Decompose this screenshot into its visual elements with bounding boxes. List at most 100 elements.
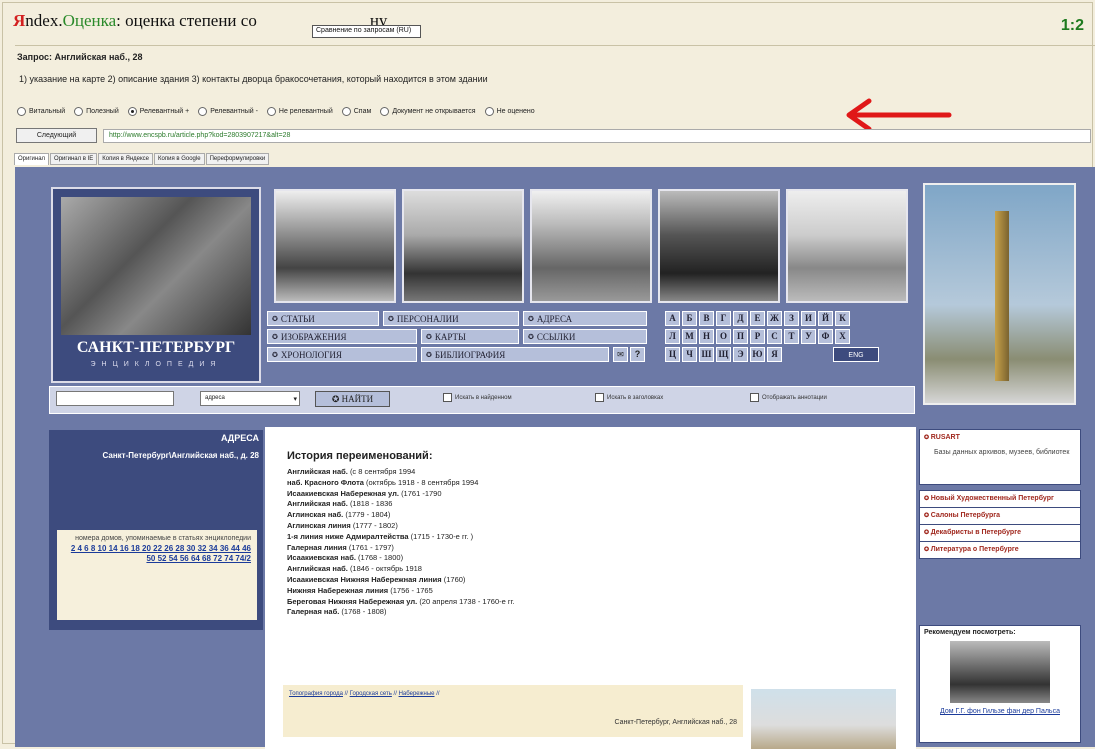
- menu-bibliography[interactable]: БИБЛИОГРАФИЯ: [421, 347, 609, 362]
- alphabet-letter[interactable]: Я: [767, 347, 782, 362]
- score: 1:2: [1060, 17, 1084, 34]
- alphabet-letter[interactable]: С: [767, 329, 782, 344]
- show-annotations-checkbox[interactable]: Отображать аннотации: [750, 393, 827, 402]
- tab-reformulations[interactable]: Переформулировки: [205, 153, 270, 165]
- street-name: Английская наб.: [287, 467, 348, 476]
- alphabet-letter[interactable]: Р: [750, 329, 765, 344]
- link-decembrists[interactable]: Декабристы в Петербурге: [920, 525, 1080, 542]
- alphabet-letter[interactable]: Ж: [767, 311, 782, 326]
- search-in-titles-checkbox[interactable]: Искать в заголовках: [595, 393, 663, 402]
- rating-option-relevant-minus[interactable]: Релевантный -: [198, 107, 258, 116]
- checkbox-icon[interactable]: [443, 393, 452, 402]
- radio-icon[interactable]: [266, 107, 276, 116]
- alphabet-letter[interactable]: Т: [784, 329, 799, 344]
- alphabet-letter[interactable]: З: [784, 311, 799, 326]
- menu-articles[interactable]: СТАТЬИ: [267, 311, 379, 326]
- menu-addresses[interactable]: АДРЕСА: [523, 311, 647, 326]
- alphabet-letter[interactable]: Ц: [665, 347, 680, 362]
- help-icon[interactable]: ?: [630, 347, 645, 362]
- menu-chronology[interactable]: ХРОНОЛОГИЯ: [267, 347, 417, 362]
- rating-option-useful[interactable]: Полезный: [74, 107, 119, 116]
- photo-2[interactable]: [402, 189, 524, 303]
- tab-original[interactable]: Оригинал: [14, 153, 50, 165]
- link-new-art-petersburg[interactable]: Новый Художественный Петербург: [920, 491, 1080, 508]
- alphabet-letter[interactable]: Н: [699, 329, 714, 344]
- photo-4[interactable]: [658, 189, 780, 303]
- next-button[interactable]: Следующий: [16, 128, 97, 143]
- link-city-network[interactable]: Городская сеть: [350, 691, 392, 697]
- photo-3[interactable]: [530, 189, 652, 303]
- alphabet-letter[interactable]: Ч: [682, 347, 697, 362]
- mail-icon[interactable]: ✉: [613, 347, 628, 362]
- search-in-found-checkbox[interactable]: Искать в найденном: [443, 393, 512, 402]
- link-salons[interactable]: Салоны Петербурга: [920, 508, 1080, 525]
- photo-1[interactable]: [274, 189, 396, 303]
- radio-icon[interactable]: [484, 107, 494, 116]
- fortress-photo[interactable]: [923, 183, 1076, 405]
- query-label: Запрос: Английская наб., 28: [17, 52, 143, 62]
- menu-maps[interactable]: КАРТЫ: [421, 329, 519, 344]
- checkbox-icon[interactable]: [595, 393, 604, 402]
- tab-original-ie[interactable]: Оригинал в IE: [50, 153, 98, 165]
- search-scope-select[interactable]: адреса ▾: [200, 391, 300, 406]
- alphabet-letter[interactable]: Щ: [716, 347, 731, 362]
- checkbox-icon[interactable]: [750, 393, 759, 402]
- photo-5[interactable]: [786, 189, 908, 303]
- rename-entry: Английская наб. (1846 - октябрь 1918: [287, 564, 515, 575]
- radio-icon[interactable]: [341, 107, 351, 116]
- tab-yandex-copy[interactable]: Копия в Яндексе: [98, 153, 154, 165]
- rating-option-spam[interactable]: Спам: [341, 107, 371, 116]
- rating-option-vital[interactable]: Витальный: [17, 107, 65, 116]
- radio-icon[interactable]: [74, 107, 84, 116]
- alphabet-letter[interactable]: Ш: [699, 347, 714, 362]
- radio-icon[interactable]: [17, 107, 26, 116]
- article-footer: Топография города // Городская сеть // Н…: [283, 685, 743, 737]
- alphabet-letter[interactable]: Л: [665, 329, 680, 344]
- alphabet-letter[interactable]: И: [801, 311, 816, 326]
- link-literature[interactable]: Литература о Петербурге: [920, 542, 1080, 558]
- rating-option-not-opening[interactable]: Документ не открывается: [380, 107, 476, 116]
- menu-images[interactable]: ИЗОБРАЖЕНИЯ: [267, 329, 417, 344]
- alphabet-letter[interactable]: В: [699, 311, 714, 326]
- radio-icon[interactable]: [380, 107, 390, 116]
- alphabet-letter[interactable]: Е: [750, 311, 765, 326]
- alphabet-letter[interactable]: Й: [818, 311, 833, 326]
- embankment-photo[interactable]: [751, 689, 896, 749]
- recommend-caption[interactable]: Дом Г.Г. фон Гильзе фан дер Пальса: [920, 705, 1080, 718]
- alphabet-letter[interactable]: Ф: [818, 329, 833, 344]
- address-path[interactable]: Санкт-Петербург\Английская наб., д. 28: [55, 450, 259, 462]
- rating-option-relevant-plus[interactable]: Релевантный +: [127, 107, 189, 116]
- alphabet-letter[interactable]: Ю: [750, 347, 765, 362]
- alphabet-letter[interactable]: Х: [835, 329, 850, 344]
- url-field[interactable]: http://www.encspb.ru/article.php?kod=280…: [103, 129, 1091, 143]
- alphabet-letter[interactable]: К: [835, 311, 850, 326]
- alphabet-letter[interactable]: Г: [716, 311, 731, 326]
- street-name: Нижняя Набережная линия: [287, 585, 389, 595]
- alphabet-letter[interactable]: М: [682, 329, 697, 344]
- link-embankments[interactable]: Набережные: [399, 691, 435, 697]
- find-button[interactable]: ✪ НАЙТИ: [315, 391, 390, 407]
- alphabet-letter[interactable]: А: [665, 311, 680, 326]
- recommend-photo[interactable]: [950, 641, 1050, 703]
- rusart-link[interactable]: RUSART: [920, 430, 1080, 446]
- rename-entry: Галерная наб. (1768 - 1808): [287, 607, 515, 618]
- alphabet-letter[interactable]: Б: [682, 311, 697, 326]
- eng-button[interactable]: ENG: [833, 347, 879, 362]
- alphabet-letter[interactable]: У: [801, 329, 816, 344]
- tab-google-copy[interactable]: Копия в Google: [154, 153, 205, 165]
- radio-selected-icon[interactable]: [127, 107, 137, 116]
- link-topography[interactable]: Топография города: [289, 691, 343, 697]
- site-logo[interactable]: САНКТ-ПЕТЕРБУРГ ЭНЦИКЛОПЕДИЯ: [51, 187, 261, 383]
- alphabet-letter[interactable]: П: [733, 329, 748, 344]
- alphabet-letter[interactable]: Д: [733, 311, 748, 326]
- rating-option-not-rated[interactable]: Не оценено: [484, 107, 535, 116]
- alphabet-letter[interactable]: О: [716, 329, 731, 344]
- radio-icon[interactable]: [198, 107, 208, 116]
- search-input[interactable]: [56, 391, 174, 406]
- house-numbers-links[interactable]: 2 4 6 8 10 14 16 18 20 22 26 28 30 32 34…: [63, 544, 251, 564]
- menu-persons[interactable]: ПЕРСОНАЛИИ: [383, 311, 519, 326]
- period: (1756 - 1765: [390, 585, 433, 595]
- menu-links[interactable]: ССЫЛКИ: [523, 329, 647, 344]
- rating-option-not-relevant[interactable]: Не релевантный: [266, 107, 333, 116]
- alphabet-letter[interactable]: Э: [733, 347, 748, 362]
